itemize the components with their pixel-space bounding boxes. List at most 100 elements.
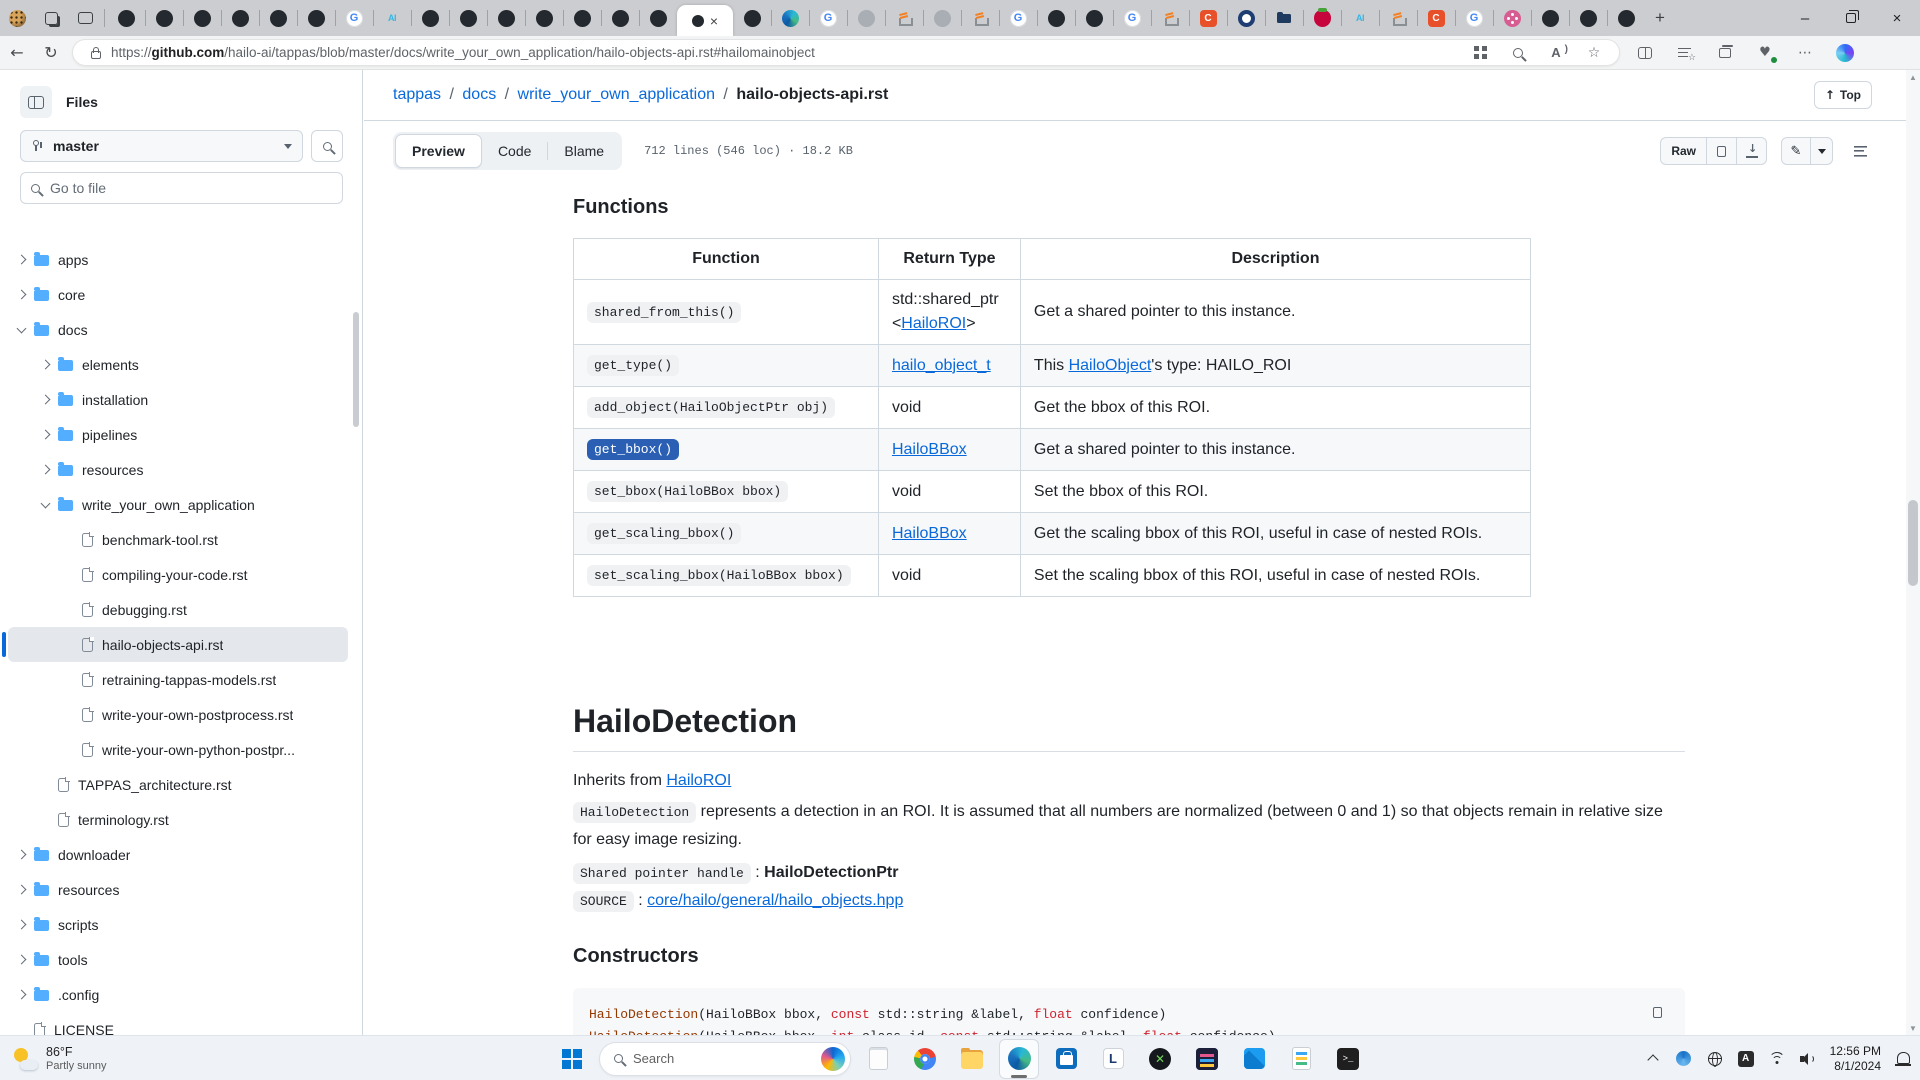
breadcrumb-link[interactable]: docs: [462, 86, 496, 104]
text-link[interactable]: HailoBBox: [892, 525, 967, 542]
browser-tab[interactable]: [961, 0, 999, 36]
tree-search-button[interactable]: [311, 130, 343, 162]
browser-tab[interactable]: [1493, 0, 1531, 36]
chevron-down-icon[interactable]: [17, 323, 27, 333]
chevron-right-icon[interactable]: [17, 955, 27, 965]
vertical-tabs-button[interactable]: [34, 0, 68, 36]
scroll-up-arrow[interactable]: ▲: [1906, 70, 1920, 84]
lock-icon[interactable]: [91, 51, 101, 59]
raw-button[interactable]: Raw: [1660, 137, 1707, 165]
tab-close-icon[interactable]: ×: [710, 14, 718, 28]
copy-code-button[interactable]: [1643, 998, 1671, 1026]
breadcrumb-link[interactable]: write_your_own_application: [518, 86, 715, 104]
tree-item[interactable]: debugging.rst: [8, 592, 348, 627]
browser-tab[interactable]: [1265, 0, 1303, 36]
chevron-right-icon[interactable]: [17, 885, 27, 895]
text-link[interactable]: HailoBBox: [892, 441, 967, 458]
chevron-right-icon[interactable]: [17, 290, 27, 300]
browser-tab[interactable]: [487, 0, 525, 36]
branch-selector[interactable]: master: [20, 130, 303, 162]
tree-item[interactable]: retraining-tappas-models.rst: [8, 662, 348, 697]
tree-item[interactable]: scripts: [8, 907, 348, 942]
restore-button[interactable]: [1828, 0, 1874, 36]
chevron-right-icon[interactable]: [41, 465, 51, 475]
tab-actions-button[interactable]: [68, 0, 102, 36]
text-link[interactable]: hailo_object_t: [892, 357, 991, 374]
tray-app-icon[interactable]: [1675, 1050, 1693, 1068]
browser-tab[interactable]: [1569, 0, 1607, 36]
chevron-right-icon[interactable]: [17, 255, 27, 265]
tree-item[interactable]: write-your-own-postprocess.rst: [8, 697, 348, 732]
network-globe-icon[interactable]: [1706, 1050, 1724, 1068]
page-scrollbar[interactable]: ▲ ▼: [1906, 70, 1920, 1035]
chevron-right-icon[interactable]: [17, 990, 27, 1000]
browser-tab[interactable]: [525, 0, 563, 36]
scrollbar-thumb[interactable]: [1908, 500, 1918, 586]
browser-tab[interactable]: G: [1113, 0, 1151, 36]
xbox-button[interactable]: ✕: [1140, 1039, 1180, 1079]
browser-tab-active[interactable]: ×: [677, 5, 733, 36]
wifi-icon[interactable]: [1768, 1050, 1786, 1068]
browser-tab[interactable]: [183, 0, 221, 36]
edit-button[interactable]: ✎: [1781, 137, 1811, 165]
notepad-button[interactable]: [858, 1039, 898, 1079]
tree-item[interactable]: TAPPAS_architecture.rst: [8, 767, 348, 802]
store-button[interactable]: [1046, 1039, 1086, 1079]
apps-install-icon[interactable]: [1471, 44, 1489, 62]
browser-tab[interactable]: [221, 0, 259, 36]
weather-widget[interactable]: 86°F Partly sunny: [12, 1036, 107, 1080]
chevron-right-icon[interactable]: [17, 920, 27, 930]
tree-item[interactable]: elements: [8, 347, 348, 382]
browser-tab[interactable]: [449, 0, 487, 36]
tab-code[interactable]: Code: [482, 134, 547, 168]
notes-app-button[interactable]: [1281, 1039, 1321, 1079]
sidebar-scrollbar[interactable]: [353, 312, 359, 427]
tab-preview[interactable]: Preview: [395, 134, 482, 168]
tree-item[interactable]: apps: [8, 242, 348, 277]
address-bar[interactable]: https://github.com/hailo-ai/tappas/blob/…: [72, 39, 1620, 66]
browser-tab[interactable]: C: [1417, 0, 1455, 36]
tree-item[interactable]: core: [8, 277, 348, 312]
vscode-button[interactable]: [1234, 1039, 1274, 1079]
cheetah-avatar-button[interactable]: [0, 0, 34, 36]
tree-item[interactable]: hailo-objects-api.rst: [8, 627, 348, 662]
favorite-star-icon[interactable]: ☆: [1585, 44, 1603, 62]
browser-tab[interactable]: C: [1189, 0, 1227, 36]
tree-item[interactable]: compiling-your-code.rst: [8, 557, 348, 592]
browser-tab[interactable]: [771, 0, 809, 36]
tree-item[interactable]: installation: [8, 382, 348, 417]
tree-item[interactable]: resources: [8, 452, 348, 487]
browser-tab[interactable]: G: [999, 0, 1037, 36]
tab-blame[interactable]: Blame: [548, 134, 620, 168]
browser-tab[interactable]: G: [809, 0, 847, 36]
browser-tab[interactable]: [1037, 0, 1075, 36]
browser-tab[interactable]: [885, 0, 923, 36]
tree-item[interactable]: resources: [8, 872, 348, 907]
chevron-down-icon[interactable]: [41, 498, 51, 508]
tree-item[interactable]: downloader: [8, 837, 348, 872]
file-explorer-button[interactable]: [952, 1039, 992, 1079]
l-app-button[interactable]: L: [1093, 1039, 1133, 1079]
tree-item[interactable]: tools: [8, 942, 348, 977]
collapse-sidebar-button[interactable]: [20, 86, 52, 118]
browser-tab[interactable]: [563, 0, 601, 36]
hidden-icons-button[interactable]: [1644, 1050, 1662, 1068]
taskbar-search-box[interactable]: Search: [599, 1042, 851, 1076]
symbols-panel-button[interactable]: [1845, 137, 1875, 165]
browser-tab[interactable]: G: [1455, 0, 1493, 36]
download-button[interactable]: [1737, 137, 1767, 165]
tree-item[interactable]: write_your_own_application: [8, 487, 348, 522]
browser-tab[interactable]: [639, 0, 677, 36]
browser-tab[interactable]: [297, 0, 335, 36]
browser-tab[interactable]: G: [335, 0, 373, 36]
back-button[interactable]: ←: [0, 43, 34, 62]
chevron-right-icon[interactable]: [41, 360, 51, 370]
tree-item[interactable]: terminology.rst: [8, 802, 348, 837]
tree-item[interactable]: LICENSE: [8, 1012, 348, 1035]
browser-tab[interactable]: [1075, 0, 1113, 36]
go-to-file-input[interactable]: Go to file: [20, 172, 343, 204]
tree-item[interactable]: write-your-own-python-postpr...: [8, 732, 348, 767]
text-link[interactable]: HailoROI: [666, 772, 731, 789]
browser-tab[interactable]: [1303, 0, 1341, 36]
browser-tab[interactable]: [107, 0, 145, 36]
